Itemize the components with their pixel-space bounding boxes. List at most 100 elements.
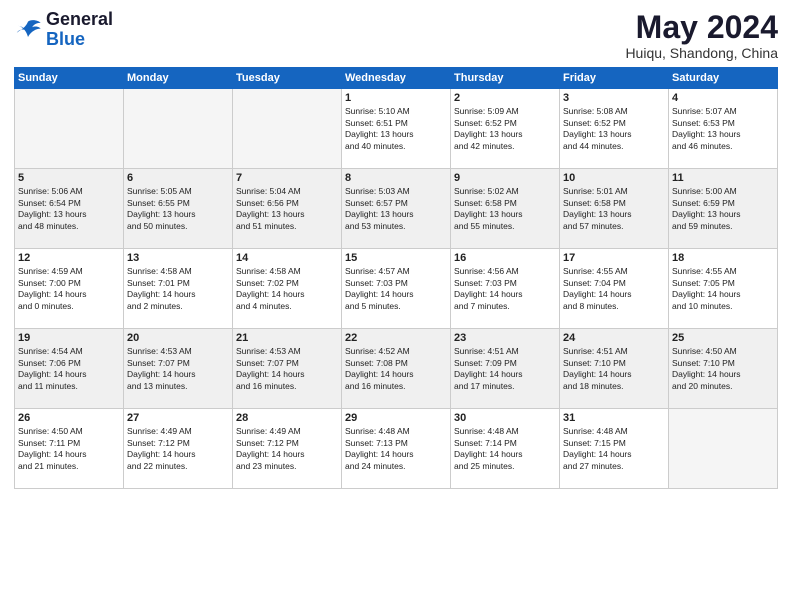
day-number: 12 <box>18 252 120 264</box>
day-number: 26 <box>18 412 120 424</box>
day-info: Sunrise: 4:51 AM Sunset: 7:09 PM Dayligh… <box>454 346 556 392</box>
day-number: 17 <box>563 252 665 264</box>
calendar-cell: 20Sunrise: 4:53 AM Sunset: 7:07 PM Dayli… <box>124 329 233 409</box>
calendar-header-friday: Friday <box>560 68 669 89</box>
day-number: 1 <box>345 92 447 104</box>
calendar-header-thursday: Thursday <box>451 68 560 89</box>
day-info: Sunrise: 5:10 AM Sunset: 6:51 PM Dayligh… <box>345 106 447 152</box>
day-number: 29 <box>345 412 447 424</box>
day-number: 19 <box>18 332 120 344</box>
calendar-header-sunday: Sunday <box>15 68 124 89</box>
calendar-cell: 10 Sunrise: 5:01 AM Sunset: 6:58 PM Dayli… <box>560 169 669 249</box>
day-number: 22 <box>345 332 447 344</box>
location: Huiqu, Shandong, China <box>625 45 778 61</box>
day-info: Sunrise: 5:04 AM Sunset: 6:56 PM Dayligh… <box>236 186 338 232</box>
day-number: 3 <box>563 92 665 104</box>
calendar-cell: 13 Sunrise: 4:58 AM Sunset: 7:01 PM Dayli… <box>124 249 233 329</box>
calendar-cell: 30 Sunrise: 4:48 AM Sunset: 7:14 PM Dayli… <box>451 409 560 489</box>
day-info: Sunrise: 4:50 AM Sunset: 7:10 PM Dayligh… <box>672 346 774 392</box>
day-number: 28 <box>236 412 338 424</box>
day-number: 25 <box>672 332 774 344</box>
day-number: 31 <box>563 412 665 424</box>
logo-text: General Blue <box>46 10 113 50</box>
day-info: Sunrise: 4:55 AM Sunset: 7:04 PM Dayligh… <box>563 266 665 312</box>
calendar-cell: 2 Sunrise: 5:09 AM Sunset: 6:52 PM Daylig… <box>451 89 560 169</box>
day-info: Sunrise: 4:56 AM Sunset: 7:03 PM Dayligh… <box>454 266 556 312</box>
day-info: Sunrise: 4:59 AM Sunset: 7:00 PM Dayligh… <box>18 266 120 312</box>
day-info: Sunrise: 4:48 AM Sunset: 7:15 PM Dayligh… <box>563 426 665 472</box>
day-info: Sunrise: 5:01 AM Sunset: 6:58 PM Dayligh… <box>563 186 665 232</box>
calendar-cell: 23 Sunrise: 4:51 AM Sunset: 7:09 PM Dayli… <box>451 329 560 409</box>
header: General Blue May 2024 Huiqu, Shandong, C… <box>14 10 778 61</box>
calendar-cell: 27Sunrise: 4:49 AM Sunset: 7:12 PM Dayli… <box>124 409 233 489</box>
calendar-cell: 29 Sunrise: 4:48 AM Sunset: 7:13 PM Dayli… <box>342 409 451 489</box>
day-info: Sunrise: 4:57 AM Sunset: 7:03 PM Dayligh… <box>345 266 447 312</box>
day-info: Sunrise: 4:58 AM Sunset: 7:01 PM Dayligh… <box>127 266 229 312</box>
calendar-cell: 11Sunrise: 5:00 AM Sunset: 6:59 PM Dayli… <box>669 169 778 249</box>
title-block: May 2024 Huiqu, Shandong, China <box>625 10 778 61</box>
day-info: Sunrise: 5:08 AM Sunset: 6:52 PM Dayligh… <box>563 106 665 152</box>
calendar-table: SundayMondayTuesdayWednesdayThursdayFrid… <box>14 67 778 489</box>
calendar-cell: 4Sunrise: 5:07 AM Sunset: 6:53 PM Daylig… <box>669 89 778 169</box>
calendar-cell: 19Sunrise: 4:54 AM Sunset: 7:06 PM Dayli… <box>15 329 124 409</box>
calendar-cell: 1 Sunrise: 5:10 AM Sunset: 6:51 PM Daylig… <box>342 89 451 169</box>
day-info: Sunrise: 4:48 AM Sunset: 7:13 PM Dayligh… <box>345 426 447 472</box>
day-number: 7 <box>236 172 338 184</box>
calendar-cell <box>233 89 342 169</box>
calendar-cell: 6Sunrise: 5:05 AM Sunset: 6:55 PM Daylig… <box>124 169 233 249</box>
day-number: 16 <box>454 252 556 264</box>
day-number: 5 <box>18 172 120 184</box>
day-number: 10 <box>563 172 665 184</box>
calendar-cell: 9 Sunrise: 5:02 AM Sunset: 6:58 PM Daylig… <box>451 169 560 249</box>
calendar-header-row: SundayMondayTuesdayWednesdayThursdayFrid… <box>15 68 778 89</box>
day-number: 21 <box>236 332 338 344</box>
day-number: 23 <box>454 332 556 344</box>
day-info: Sunrise: 5:02 AM Sunset: 6:58 PM Dayligh… <box>454 186 556 232</box>
calendar-cell: 28Sunrise: 4:49 AM Sunset: 7:12 PM Dayli… <box>233 409 342 489</box>
calendar-cell: 14 Sunrise: 4:58 AM Sunset: 7:02 PM Dayli… <box>233 249 342 329</box>
day-info: Sunrise: 5:06 AM Sunset: 6:54 PM Dayligh… <box>18 186 120 232</box>
calendar-cell: 16 Sunrise: 4:56 AM Sunset: 7:03 PM Dayli… <box>451 249 560 329</box>
day-number: 13 <box>127 252 229 264</box>
calendar-week-4: 26Sunrise: 4:50 AM Sunset: 7:11 PM Dayli… <box>15 409 778 489</box>
day-info: Sunrise: 4:51 AM Sunset: 7:10 PM Dayligh… <box>563 346 665 392</box>
day-info: Sunrise: 4:53 AM Sunset: 7:07 PM Dayligh… <box>236 346 338 392</box>
day-number: 18 <box>672 252 774 264</box>
calendar-week-3: 19Sunrise: 4:54 AM Sunset: 7:06 PM Dayli… <box>15 329 778 409</box>
day-info: Sunrise: 4:48 AM Sunset: 7:14 PM Dayligh… <box>454 426 556 472</box>
day-number: 11 <box>672 172 774 184</box>
calendar-week-1: 5 Sunrise: 5:06 AM Sunset: 6:54 PM Daylig… <box>15 169 778 249</box>
calendar-header-monday: Monday <box>124 68 233 89</box>
calendar-cell: 26Sunrise: 4:50 AM Sunset: 7:11 PM Dayli… <box>15 409 124 489</box>
day-info: Sunrise: 5:03 AM Sunset: 6:57 PM Dayligh… <box>345 186 447 232</box>
calendar-week-0: 1 Sunrise: 5:10 AM Sunset: 6:51 PM Daylig… <box>15 89 778 169</box>
calendar-cell: 7 Sunrise: 5:04 AM Sunset: 6:56 PM Daylig… <box>233 169 342 249</box>
calendar-cell: 21 Sunrise: 4:53 AM Sunset: 7:07 PM Dayli… <box>233 329 342 409</box>
day-info: Sunrise: 5:09 AM Sunset: 6:52 PM Dayligh… <box>454 106 556 152</box>
calendar-cell: 3 Sunrise: 5:08 AM Sunset: 6:52 PM Daylig… <box>560 89 669 169</box>
page: General Blue May 2024 Huiqu, Shandong, C… <box>0 0 792 612</box>
calendar-cell: 25 Sunrise: 4:50 AM Sunset: 7:10 PM Dayli… <box>669 329 778 409</box>
calendar-week-2: 12 Sunrise: 4:59 AM Sunset: 7:00 PM Dayli… <box>15 249 778 329</box>
day-number: 9 <box>454 172 556 184</box>
day-number: 4 <box>672 92 774 104</box>
calendar-cell: 12 Sunrise: 4:59 AM Sunset: 7:00 PM Dayli… <box>15 249 124 329</box>
logo-line2: Blue <box>46 30 113 50</box>
day-info: Sunrise: 4:58 AM Sunset: 7:02 PM Dayligh… <box>236 266 338 312</box>
day-number: 14 <box>236 252 338 264</box>
calendar-cell: 5 Sunrise: 5:06 AM Sunset: 6:54 PM Daylig… <box>15 169 124 249</box>
day-info: Sunrise: 4:49 AM Sunset: 7:12 PM Dayligh… <box>127 426 229 472</box>
day-info: Sunrise: 4:52 AM Sunset: 7:08 PM Dayligh… <box>345 346 447 392</box>
calendar-header-saturday: Saturday <box>669 68 778 89</box>
day-number: 30 <box>454 412 556 424</box>
calendar-cell <box>124 89 233 169</box>
calendar-cell: 15Sunrise: 4:57 AM Sunset: 7:03 PM Dayli… <box>342 249 451 329</box>
day-number: 2 <box>454 92 556 104</box>
calendar-cell: 17 Sunrise: 4:55 AM Sunset: 7:04 PM Dayli… <box>560 249 669 329</box>
logo-icon <box>14 16 42 44</box>
calendar-cell: 22 Sunrise: 4:52 AM Sunset: 7:08 PM Dayli… <box>342 329 451 409</box>
calendar-cell: 31 Sunrise: 4:48 AM Sunset: 7:15 PM Dayli… <box>560 409 669 489</box>
calendar-cell: 18Sunrise: 4:55 AM Sunset: 7:05 PM Dayli… <box>669 249 778 329</box>
day-info: Sunrise: 5:05 AM Sunset: 6:55 PM Dayligh… <box>127 186 229 232</box>
day-info: Sunrise: 4:53 AM Sunset: 7:07 PM Dayligh… <box>127 346 229 392</box>
